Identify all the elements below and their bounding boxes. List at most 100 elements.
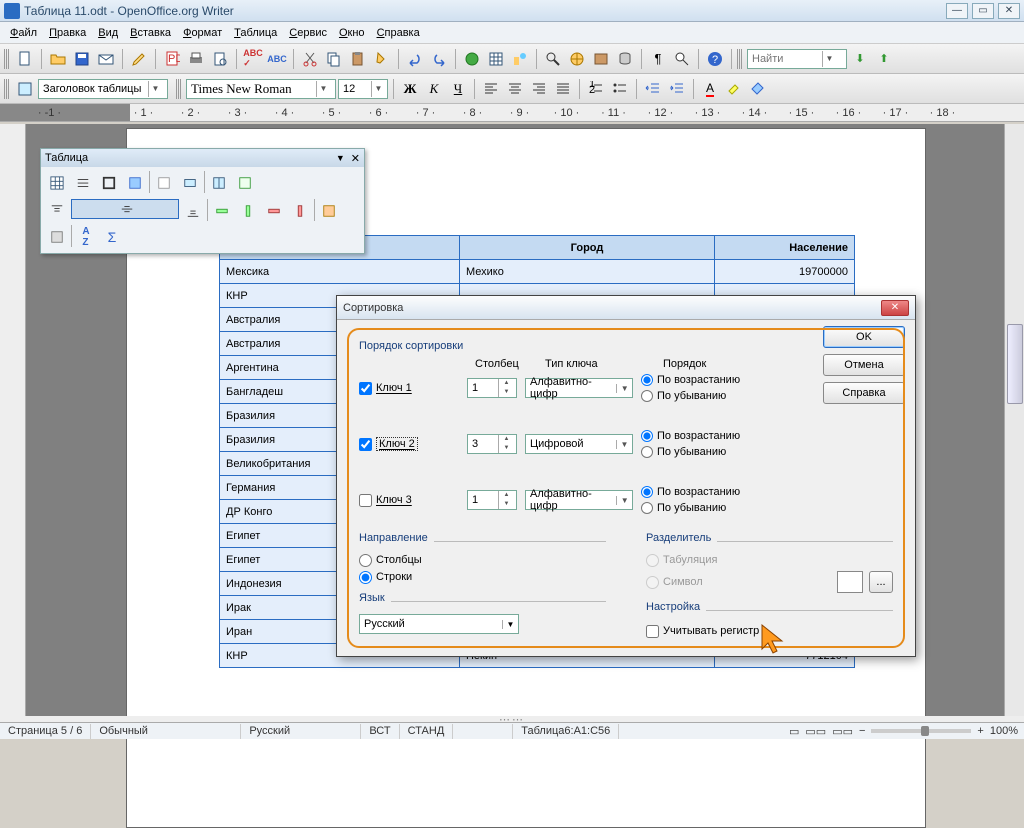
open-button[interactable] xyxy=(47,48,69,70)
case-sensitive-checkbox[interactable] xyxy=(646,625,659,638)
align-right-button[interactable] xyxy=(528,78,550,100)
key2-column-spin[interactable]: ▲▼ xyxy=(467,434,517,454)
align-center-button[interactable] xyxy=(504,78,526,100)
save-button[interactable] xyxy=(71,48,93,70)
sum-btn[interactable]: Σ xyxy=(100,225,124,249)
direction-rows-radio[interactable] xyxy=(359,571,372,584)
dec-indent-button[interactable] xyxy=(642,78,664,100)
font-combo[interactable]: Times New Roman ▼ xyxy=(186,79,336,99)
key1-asc-radio[interactable] xyxy=(641,374,653,386)
ins-row-btn[interactable] xyxy=(210,199,234,223)
menu-Вид[interactable]: Вид xyxy=(92,25,124,41)
styles-button[interactable] xyxy=(14,78,36,100)
valign-top-btn[interactable] xyxy=(45,199,69,223)
toolbar-grip[interactable] xyxy=(4,49,9,69)
minimize-button[interactable]: — xyxy=(946,3,968,19)
view-single-icon[interactable]: ▭ xyxy=(789,725,799,738)
justify-button[interactable] xyxy=(552,78,574,100)
menu-Таблица[interactable]: Таблица xyxy=(228,25,283,41)
menu-Сервис[interactable]: Сервис xyxy=(283,25,333,41)
align-left-button[interactable] xyxy=(480,78,502,100)
cut-button[interactable] xyxy=(299,48,321,70)
status-page[interactable]: Страница 5 / 6 xyxy=(0,724,91,739)
toolbar-grip[interactable] xyxy=(176,79,181,99)
menu-Правка[interactable]: Правка xyxy=(43,25,92,41)
dialog-close-button[interactable]: ✕ xyxy=(881,300,909,316)
zoom-in-icon[interactable]: + xyxy=(977,725,983,737)
table-float-toolbar[interactable]: Таблица ▼ ✕ AZ Σ xyxy=(40,148,365,254)
datasource-button[interactable] xyxy=(614,48,636,70)
status-insert[interactable]: ВСТ xyxy=(361,724,399,739)
menu-Справка[interactable]: Справка xyxy=(371,25,426,41)
nonprint-chars-button[interactable]: ¶ xyxy=(647,48,669,70)
zoom-button[interactable] xyxy=(671,48,693,70)
valign-bot-btn[interactable] xyxy=(181,199,205,223)
vertical-scrollbar[interactable] xyxy=(1004,124,1024,716)
menu-Окно[interactable]: Окно xyxy=(333,25,371,41)
float-toolbar-title[interactable]: Таблица ▼ ✕ xyxy=(41,149,364,167)
line-style-btn[interactable] xyxy=(71,171,95,195)
find-prev-button[interactable]: ⬆ xyxy=(873,48,895,70)
sep-char-input[interactable] xyxy=(837,571,863,593)
hyperlink-button[interactable] xyxy=(461,48,483,70)
props-btn[interactable] xyxy=(45,225,69,249)
find-button[interactable] xyxy=(542,48,564,70)
key2-type-select[interactable]: Цифровой▼ xyxy=(525,434,633,454)
zoom-out-icon[interactable]: − xyxy=(859,725,865,737)
float-close-icon[interactable]: ✕ xyxy=(351,152,360,165)
dialog-titlebar[interactable]: Сортировка ✕ xyxy=(337,296,915,320)
autoformat-btn[interactable] xyxy=(317,199,341,223)
close-button[interactable]: ✕ xyxy=(998,3,1020,19)
view-book-icon[interactable]: ▭▭ xyxy=(832,725,853,738)
edit-button[interactable] xyxy=(128,48,150,70)
number-list-button[interactable]: 12 xyxy=(585,78,607,100)
inc-indent-button[interactable] xyxy=(666,78,688,100)
table-btn[interactable] xyxy=(45,171,69,195)
table-row[interactable]: МексикаМехико19700000 xyxy=(220,260,855,284)
zoom-slider[interactable] xyxy=(871,729,971,733)
sort-btn[interactable]: AZ xyxy=(74,225,98,249)
key3-asc-radio[interactable] xyxy=(641,486,653,498)
toolbar-grip[interactable] xyxy=(4,79,9,99)
format-paint-button[interactable] xyxy=(371,48,393,70)
key1-column-spin[interactable]: ▲▼ xyxy=(467,378,517,398)
language-combo[interactable]: Русский▼ xyxy=(359,614,519,634)
valign-mid-btn[interactable] xyxy=(71,199,179,219)
gallery-button[interactable] xyxy=(590,48,612,70)
ins-col-btn[interactable] xyxy=(236,199,260,223)
font-size-combo[interactable]: 12 ▼ xyxy=(338,79,388,99)
status-style[interactable]: Обычный xyxy=(91,724,241,739)
undo-button[interactable] xyxy=(404,48,426,70)
bold-button[interactable]: Ж xyxy=(399,78,421,100)
preview-button[interactable] xyxy=(209,48,231,70)
status-std[interactable]: СТАНД xyxy=(400,724,454,739)
direction-columns-radio[interactable] xyxy=(359,554,372,567)
maximize-button[interactable]: ▭ xyxy=(972,3,994,19)
table-header[interactable]: Город xyxy=(460,236,715,260)
borders-btn[interactable] xyxy=(123,171,147,195)
bg-color-button[interactable] xyxy=(747,78,769,100)
print-button[interactable] xyxy=(185,48,207,70)
paste-button[interactable] xyxy=(347,48,369,70)
key2-asc-radio[interactable] xyxy=(641,430,653,442)
key1-desc-radio[interactable] xyxy=(641,390,653,402)
status-lang[interactable]: Русский xyxy=(241,724,361,739)
view-multi-icon[interactable]: ▭▭ xyxy=(805,725,826,738)
menu-Формат[interactable]: Формат xyxy=(177,25,228,41)
copy-button[interactable] xyxy=(323,48,345,70)
vertical-ruler[interactable] xyxy=(0,124,26,716)
del-row-btn[interactable] xyxy=(262,199,286,223)
key3-checkbox[interactable] xyxy=(359,494,372,507)
paragraph-style-combo[interactable]: Заголовок таблицы ▼ xyxy=(38,79,168,99)
line-color-btn[interactable] xyxy=(97,171,121,195)
key1-type-select[interactable]: Алфавитно-цифр▼ xyxy=(525,378,633,398)
find-next-button[interactable]: ⬇ xyxy=(849,48,871,70)
menu-Файл[interactable]: Файл xyxy=(4,25,43,41)
find-combo[interactable]: ▼ xyxy=(747,49,847,69)
spellcheck-button[interactable]: ABC✓ xyxy=(242,48,264,70)
key1-checkbox[interactable] xyxy=(359,382,372,395)
italic-button[interactable]: К xyxy=(423,78,445,100)
highlight-button[interactable] xyxy=(723,78,745,100)
del-col-btn[interactable] xyxy=(288,199,312,223)
merge-btn[interactable] xyxy=(178,171,202,195)
